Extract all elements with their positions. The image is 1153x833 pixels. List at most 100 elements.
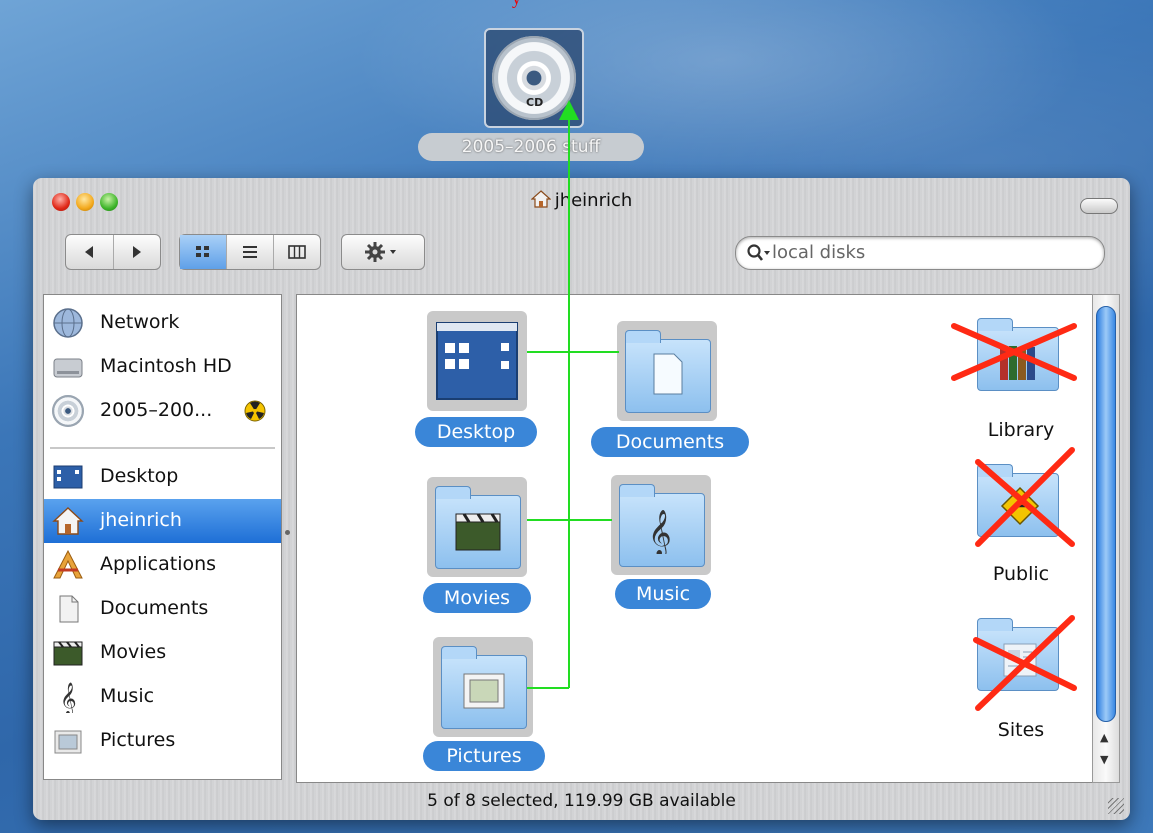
desktop-icon: [436, 322, 518, 400]
column-view-icon: [288, 245, 306, 259]
eject-icon[interactable]: [244, 400, 266, 422]
vertical-scrollbar[interactable]: ▲ ▼: [1092, 294, 1120, 783]
music-item-label[interactable]: Music: [615, 579, 711, 609]
sidebar-item-jheinrich[interactable]: jheinrich: [44, 499, 281, 543]
desktop-item-label[interactable]: Desktop: [415, 417, 537, 447]
music-folder-icon[interactable]: 𝄞: [611, 475, 711, 575]
folder-icon: [977, 318, 1059, 391]
back-button[interactable]: [66, 235, 114, 269]
forward-button[interactable]: [114, 235, 161, 269]
sidebar-item-cd[interactable]: 2005–200...: [44, 389, 281, 433]
folder-icon: [435, 486, 521, 569]
desktop-icon: [53, 465, 83, 489]
applications-icon: [53, 549, 83, 579]
sites-item-label[interactable]: Sites: [971, 715, 1071, 745]
back-forward-control: [65, 234, 161, 270]
cd-desktop-label[interactable]: 2005–2006 stuff: [418, 133, 644, 161]
music-icon: 𝄞: [60, 682, 77, 713]
sidebar-item-pictures[interactable]: Pictures: [44, 719, 281, 763]
library-item-label[interactable]: Library: [971, 415, 1071, 445]
cd-icon: [52, 395, 84, 427]
movies-icon: [53, 641, 83, 666]
finder-window: jheinrich local disks Network Macintosh …: [33, 178, 1130, 820]
svg-text:𝄞: 𝄞: [60, 682, 77, 713]
action-menu-button[interactable]: [341, 234, 425, 270]
gear-icon: [365, 242, 396, 262]
documents-item-label[interactable]: Documents: [591, 427, 749, 457]
resize-grip-icon[interactable]: [1108, 798, 1124, 814]
library-folder-icon[interactable]: [973, 313, 1063, 393]
folder-icon: [441, 646, 527, 729]
svg-text:𝄞: 𝄞: [648, 510, 672, 554]
action-menu-content: [342, 235, 424, 269]
sidebar: Network Macintosh HD 2005–200... Desktop…: [43, 294, 282, 780]
sidebar-item-macintosh-hd[interactable]: Macintosh HD: [44, 345, 281, 389]
pictures-folder-icon[interactable]: [433, 637, 533, 737]
movies-icon: [455, 513, 501, 551]
sidebar-item-music[interactable]: 𝄞 Music: [44, 675, 281, 719]
sidebar-item-label: jheinrich: [100, 509, 182, 531]
search-input[interactable]: local disks: [735, 236, 1105, 270]
title-bar[interactable]: jheinrich: [33, 178, 1130, 224]
toolbar-toggle-button[interactable]: [1080, 198, 1118, 214]
desktop-folder-icon[interactable]: [427, 311, 527, 411]
sidebar-item-applications[interactable]: Applications: [44, 543, 281, 587]
icon-view-icon: [196, 246, 210, 257]
annotation-caption: y: [512, 0, 521, 9]
public-folder-icon[interactable]: [973, 459, 1063, 539]
scroll-down-arrow-icon[interactable]: ▼: [1100, 753, 1108, 766]
public-item-label[interactable]: Public: [971, 559, 1071, 589]
sidebar-divider: [50, 447, 275, 449]
sidebar-item-label: Desktop: [100, 465, 179, 487]
list-view-button[interactable]: [227, 235, 274, 269]
window-title: jheinrich: [33, 190, 1130, 211]
forward-arrow-icon: [132, 246, 141, 258]
hard-disk-icon: [53, 358, 83, 378]
document-icon: [59, 595, 79, 623]
view-mode-control: [179, 234, 321, 270]
movies-item-label[interactable]: Movies: [423, 583, 531, 613]
pictures-item-label[interactable]: Pictures: [423, 741, 545, 771]
network-icon: [53, 308, 83, 338]
sidebar-item-label: Documents: [100, 597, 209, 619]
folder-icon: [977, 464, 1059, 537]
picture-frame-icon: [463, 673, 505, 709]
movies-folder-icon[interactable]: [427, 477, 527, 577]
home-icon: [530, 190, 552, 208]
sites-folder-icon[interactable]: [973, 613, 1063, 693]
icon-view-button[interactable]: [180, 235, 228, 269]
document-icon: [653, 353, 683, 395]
documents-folder-icon[interactable]: [617, 321, 717, 421]
sidebar-item-label: 2005–200...: [100, 399, 213, 421]
scroll-up-arrow-icon[interactable]: ▲: [1100, 731, 1108, 744]
cd-desktop-icon[interactable]: CD: [484, 28, 584, 128]
sidebar-item-label: Network: [100, 311, 180, 333]
books-icon: [1000, 346, 1035, 380]
sidebar-item-label: Movies: [100, 641, 167, 663]
scroll-thumb[interactable]: [1096, 306, 1116, 722]
sidebar-item-movies[interactable]: Movies: [44, 631, 281, 675]
folder-icon: 𝄞: [619, 484, 705, 567]
sidebar-item-documents[interactable]: Documents: [44, 587, 281, 631]
folder-icon: [977, 618, 1059, 691]
sidebar-item-label: Music: [100, 685, 155, 707]
split-view-handle[interactable]: [285, 530, 290, 535]
public-sign-icon: [1000, 486, 1040, 526]
toolbar: local disks: [33, 224, 1130, 292]
list-view-icon: [243, 246, 257, 258]
window-title-text: jheinrich: [554, 190, 633, 211]
web-page-icon: [1003, 643, 1037, 677]
back-arrow-icon: [85, 246, 94, 258]
home-icon: [52, 507, 84, 535]
status-bar: 5 of 8 selected, 119.99 GB available: [427, 791, 736, 811]
sidebar-item-desktop[interactable]: Desktop: [44, 455, 281, 499]
cd-icon-text: CD: [526, 96, 544, 109]
search-icon: [747, 244, 770, 261]
sidebar-item-network[interactable]: Network: [44, 301, 281, 345]
pictures-icon: [54, 730, 82, 754]
treble-clef-icon: 𝄞: [648, 510, 672, 554]
sidebar-item-label: Pictures: [100, 729, 176, 751]
search-placeholder: local disks: [772, 242, 866, 263]
column-view-button[interactable]: [274, 235, 320, 269]
folder-icon: [625, 330, 711, 413]
